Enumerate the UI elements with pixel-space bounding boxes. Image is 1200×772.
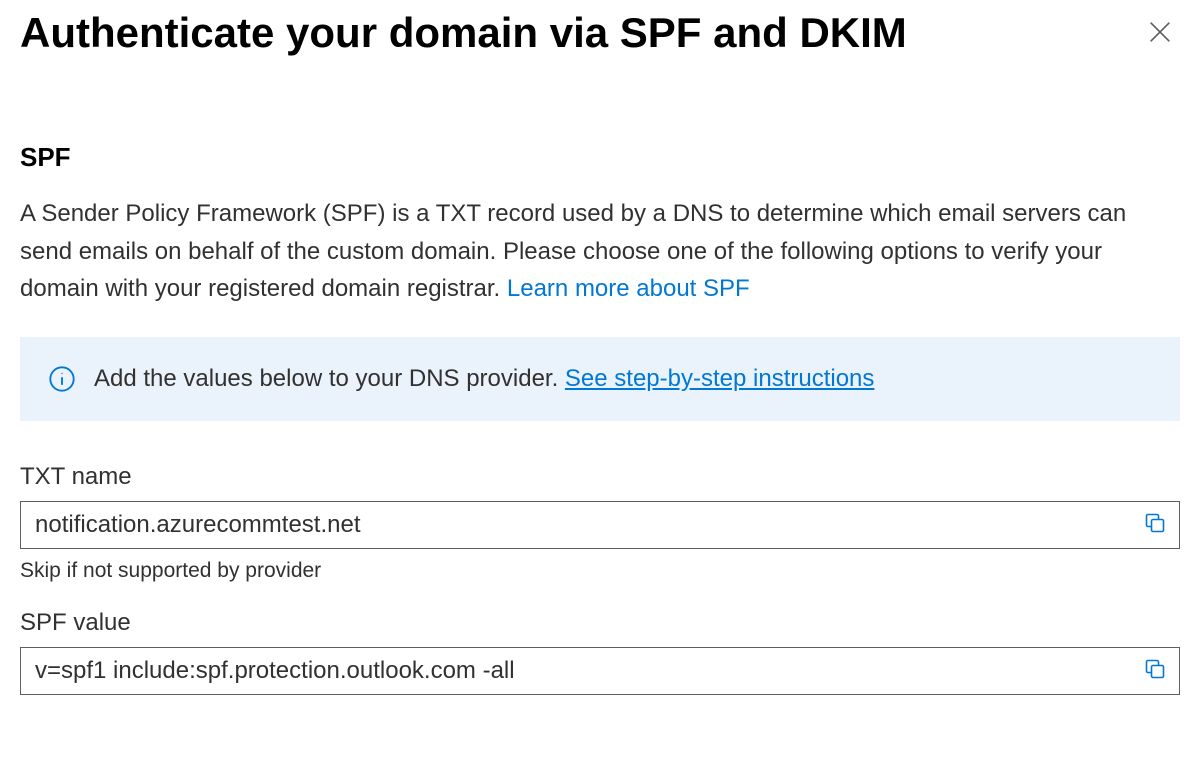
txt-name-helper: Skip if not supported by provider <box>20 559 1180 583</box>
spf-description: A Sender Policy Framework (SPF) is a TXT… <box>20 195 1180 307</box>
copy-icon <box>1143 657 1167 684</box>
close-button[interactable] <box>1140 12 1180 55</box>
page-title: Authenticate your domain via SPF and DKI… <box>20 8 907 58</box>
spf-value-input[interactable] <box>21 648 1131 694</box>
close-icon <box>1146 18 1174 49</box>
copy-icon <box>1143 511 1167 538</box>
info-text: Add the values below to your DNS provide… <box>94 365 874 393</box>
info-message: Add the values below to your DNS provide… <box>94 365 565 392</box>
txt-name-input[interactable] <box>21 502 1131 548</box>
learn-more-spf-link[interactable]: Learn more about SPF <box>507 275 750 302</box>
info-box: Add the values below to your DNS provide… <box>20 337 1180 421</box>
info-icon <box>48 365 76 393</box>
copy-txt-name-button[interactable] <box>1131 502 1179 548</box>
scroll-spacer <box>20 705 1180 772</box>
panel-header: Authenticate your domain via SPF and DKI… <box>20 0 1180 70</box>
txt-name-input-wrap <box>20 501 1180 549</box>
step-by-step-link[interactable]: See step-by-step instructions <box>565 365 874 392</box>
auth-domain-panel: Authenticate your domain via SPF and DKI… <box>0 0 1200 772</box>
spf-heading: SPF <box>20 142 1180 173</box>
spf-value-input-wrap <box>20 647 1180 695</box>
copy-spf-value-button[interactable] <box>1131 648 1179 694</box>
spf-value-label: SPF value <box>20 609 1180 637</box>
txt-name-label: TXT name <box>20 463 1180 491</box>
